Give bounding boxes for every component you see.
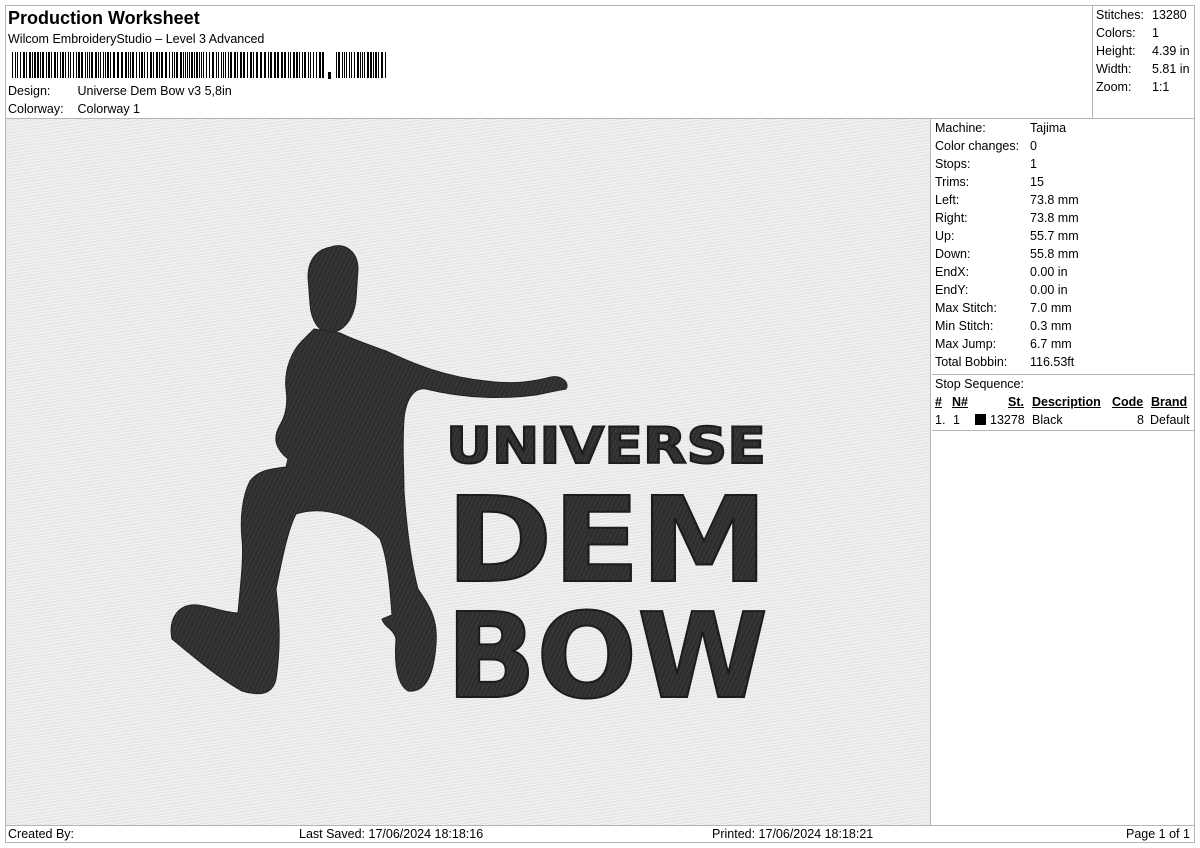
info-color-changes: Color changes: 0 xyxy=(935,139,1037,153)
col-description: Description xyxy=(1032,395,1101,409)
text-universe: UNIVERSE xyxy=(446,417,766,475)
stop-sequence-title: Stop Sequence: xyxy=(935,377,1024,391)
row-code: 8 xyxy=(1137,413,1144,427)
col-brand: Brand xyxy=(1151,395,1188,409)
row-index: 1. xyxy=(935,413,946,427)
colorway-value: Colorway 1 xyxy=(77,102,141,116)
row-description: Black xyxy=(1032,413,1063,427)
colorway-row: Colorway: Colorway 1 xyxy=(8,102,140,116)
info-trims: Trims: 15 xyxy=(935,175,1044,189)
footer-created-by: Created By: xyxy=(8,827,75,841)
info-stops: Stops: 1 xyxy=(935,157,1037,171)
info-endx: EndX: 0.00 in xyxy=(935,265,1068,279)
worksheet-title: Production Worksheet xyxy=(8,8,200,28)
worksheet-header: Production Worksheet Wilcom EmbroiderySt… xyxy=(6,6,1092,118)
design-name: Universe Dem Bow v3 5,8in xyxy=(77,84,232,98)
footer-divider xyxy=(6,825,1194,826)
summary-zoom: Zoom: 1:1 xyxy=(1096,80,1170,94)
footer-last-saved: Last Saved: 17/06/2024 18:18:16 xyxy=(299,827,484,841)
info-total-bobbin: Total Bobbin: 116.53ft xyxy=(935,355,1075,369)
info-min-stitch: Min Stitch: 0.3 mm xyxy=(935,319,1072,333)
info-machine: Machine: Tajima xyxy=(935,121,1067,135)
machine-info-panel: Machine: Tajima Color changes: 0 Stops: 1 T… xyxy=(932,119,1194,825)
row-needle: 1 xyxy=(953,413,960,427)
summary-height: Height: 4.39 in xyxy=(1096,44,1190,58)
summary-width: Width: 5.81 in xyxy=(1096,62,1190,76)
info-endy: EndY: 0.00 in xyxy=(935,283,1068,297)
col-index: # xyxy=(935,395,942,409)
stop-sequence-divider xyxy=(932,430,1194,431)
row-stitches: 13278 xyxy=(990,413,1025,427)
text-bow: BOW xyxy=(446,587,768,725)
info-right: Right: 73.8 mm xyxy=(935,211,1079,225)
row-brand: Default xyxy=(1150,413,1190,427)
design-label: Design: xyxy=(8,84,51,98)
software-name: Wilcom EmbroideryStudio – Level 3 Advanc… xyxy=(8,32,265,46)
embroidery-design: UNIVERSE DEM BOW xyxy=(170,245,769,726)
panel-divider xyxy=(932,374,1194,375)
barcode xyxy=(12,52,386,79)
info-down: Down: 55.8 mm xyxy=(935,247,1079,261)
info-max-jump: Max Jump: 6.7 mm xyxy=(935,337,1072,351)
footer-printed: Printed: 17/06/2024 18:18:21 xyxy=(712,827,874,841)
design-summary: Stitches: 13280 Colors: 1 Height: 4.39 in W… xyxy=(1092,6,1196,118)
info-max-stitch: Max Stitch: 7.0 mm xyxy=(935,301,1072,315)
footer-page: Page 1 of 1 xyxy=(1126,827,1190,841)
col-code: Code xyxy=(1112,395,1144,409)
summary-stitches: Stitches: 13280 xyxy=(1096,8,1187,22)
col-needle: N# xyxy=(952,395,968,409)
info-up: Up: 55.7 mm xyxy=(935,229,1079,243)
info-left: Left: 73.8 mm xyxy=(935,193,1079,207)
color-swatch xyxy=(975,414,986,425)
col-stitches: St. xyxy=(1008,395,1024,409)
design-preview: UNIVERSE DEM BOW xyxy=(6,119,931,825)
production-worksheet: Production Worksheet Wilcom EmbroiderySt… xyxy=(5,5,1195,843)
summary-colors: Colors: 1 xyxy=(1096,26,1159,40)
design-text: UNIVERSE DEM BOW xyxy=(445,416,769,726)
design-row: Design: Universe Dem Bow v3 5,8in xyxy=(8,84,232,98)
colorway-label: Colorway: xyxy=(8,102,64,116)
